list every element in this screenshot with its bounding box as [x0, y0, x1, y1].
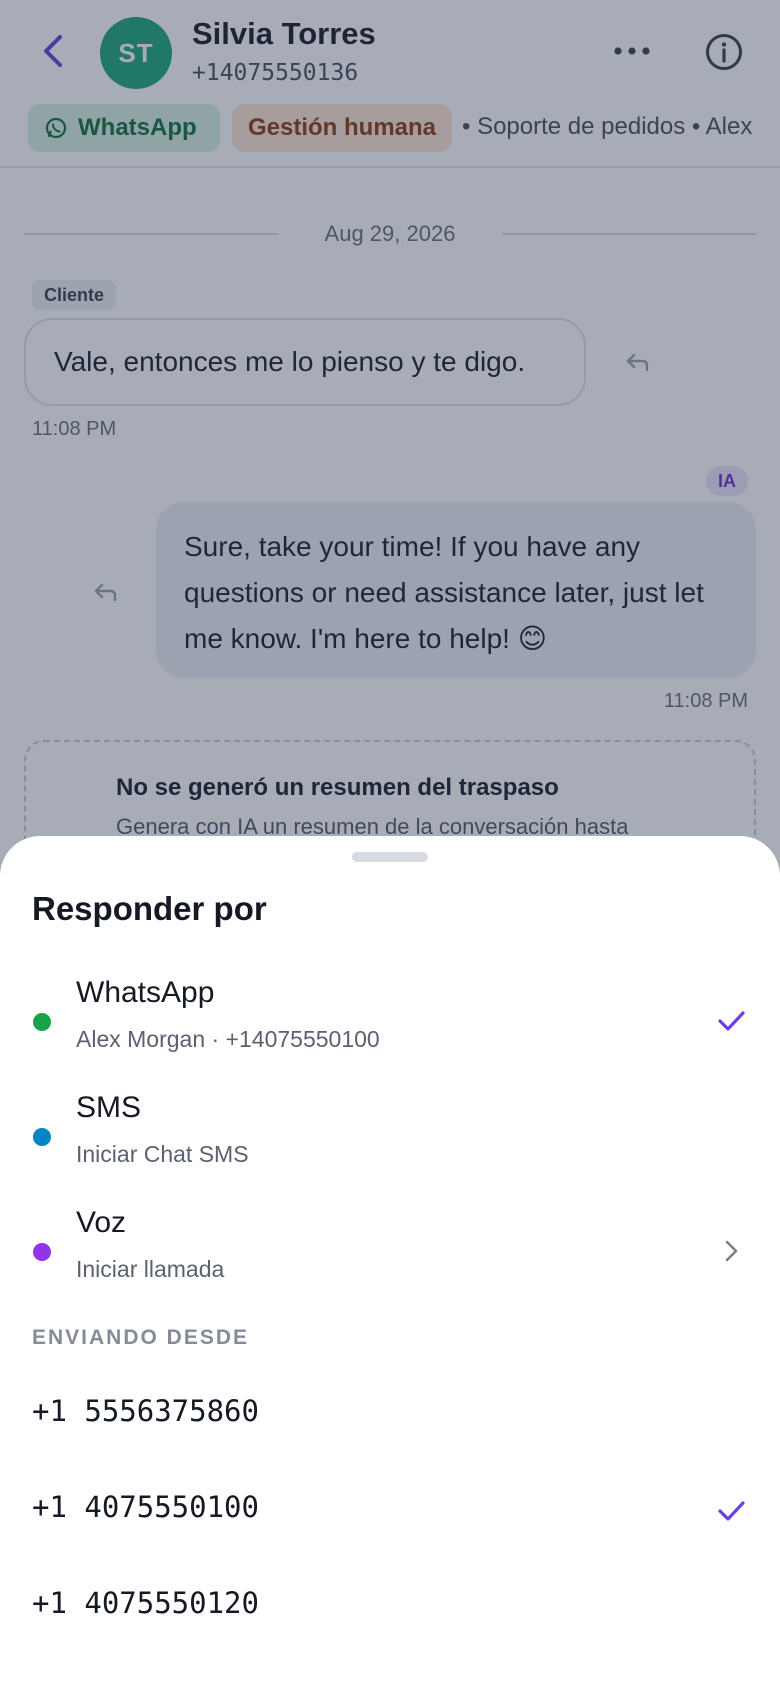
reply-channel-sheet: Responder por WhatsApp Alex Morgan · +14… — [0, 836, 780, 1688]
channel-option-voice[interactable]: Voz Iniciar llamada — [0, 1198, 780, 1306]
chevron-right-icon — [725, 1240, 738, 1262]
channel-option-name: SMS — [76, 1091, 142, 1124]
sending-from-label: ENVIANDO DESDE — [32, 1326, 250, 1349]
sender-number: +1 4075550120 — [32, 1586, 259, 1620]
status-dot — [33, 1243, 51, 1261]
checkmark-icon — [718, 1011, 745, 1031]
sender-number-option[interactable]: +1 4075550100 — [0, 1466, 780, 1558]
status-dot — [33, 1013, 51, 1031]
checkmark-icon — [718, 1501, 745, 1521]
channel-option-whatsapp[interactable]: WhatsApp Alex Morgan · +14075550100 — [0, 968, 780, 1076]
sender-number-option[interactable]: +1 5556375860 — [0, 1370, 780, 1462]
sender-number: +1 5556375860 — [32, 1394, 259, 1428]
sheet-title: Responder por — [32, 890, 267, 927]
sender-number-option[interactable]: +1 4075550120 — [0, 1562, 780, 1654]
channel-option-subtitle: Alex Morgan · +14075550100 — [76, 1026, 380, 1052]
channel-option-subtitle: Iniciar Chat SMS — [76, 1141, 249, 1167]
channel-option-name: WhatsApp — [76, 976, 215, 1009]
channel-option-name: Voz — [76, 1206, 127, 1239]
sender-number: +1 4075550100 — [32, 1490, 259, 1524]
sheet-drag-handle[interactable] — [352, 852, 428, 862]
channel-option-sms[interactable]: SMS Iniciar Chat SMS — [0, 1083, 780, 1191]
status-dot — [33, 1128, 51, 1146]
channel-option-subtitle: Iniciar llamada — [76, 1256, 225, 1282]
